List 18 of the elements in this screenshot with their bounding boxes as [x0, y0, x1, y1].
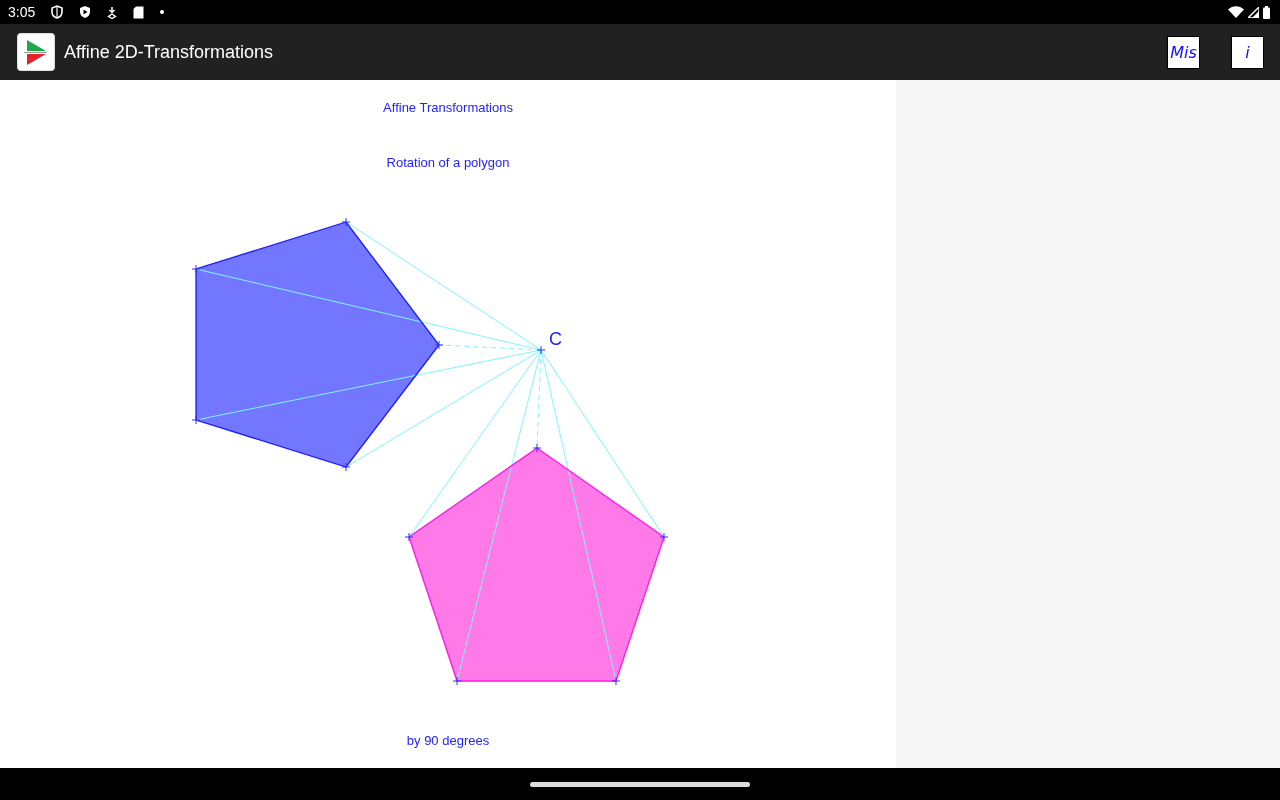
drawing-title: Affine Transformations: [383, 99, 513, 117]
shield-play-icon: [79, 5, 92, 19]
center-point-label: C: [549, 329, 562, 349]
signal-icon: [1248, 6, 1259, 18]
drawing-caption: by 90 degrees: [406, 732, 490, 750]
home-gesture-handle[interactable]: [530, 781, 750, 787]
app-title: Affine 2D-Transformations: [64, 40, 274, 64]
status-time: 3:05: [8, 5, 36, 19]
app-logo-icon: [17, 33, 55, 71]
dot-icon: [160, 10, 165, 14]
wifi-icon: [1228, 6, 1244, 18]
shield-icon: [51, 5, 64, 19]
battery-icon: [1263, 5, 1270, 19]
toolbar-button[interactable]: Mis: [1167, 35, 1200, 69]
toolbar-button[interactable]: i: [1231, 35, 1264, 69]
download-icon: [107, 5, 118, 19]
sd-card-icon: [133, 5, 145, 19]
drawing-subtitle: Rotation of a polygon: [386, 154, 510, 172]
